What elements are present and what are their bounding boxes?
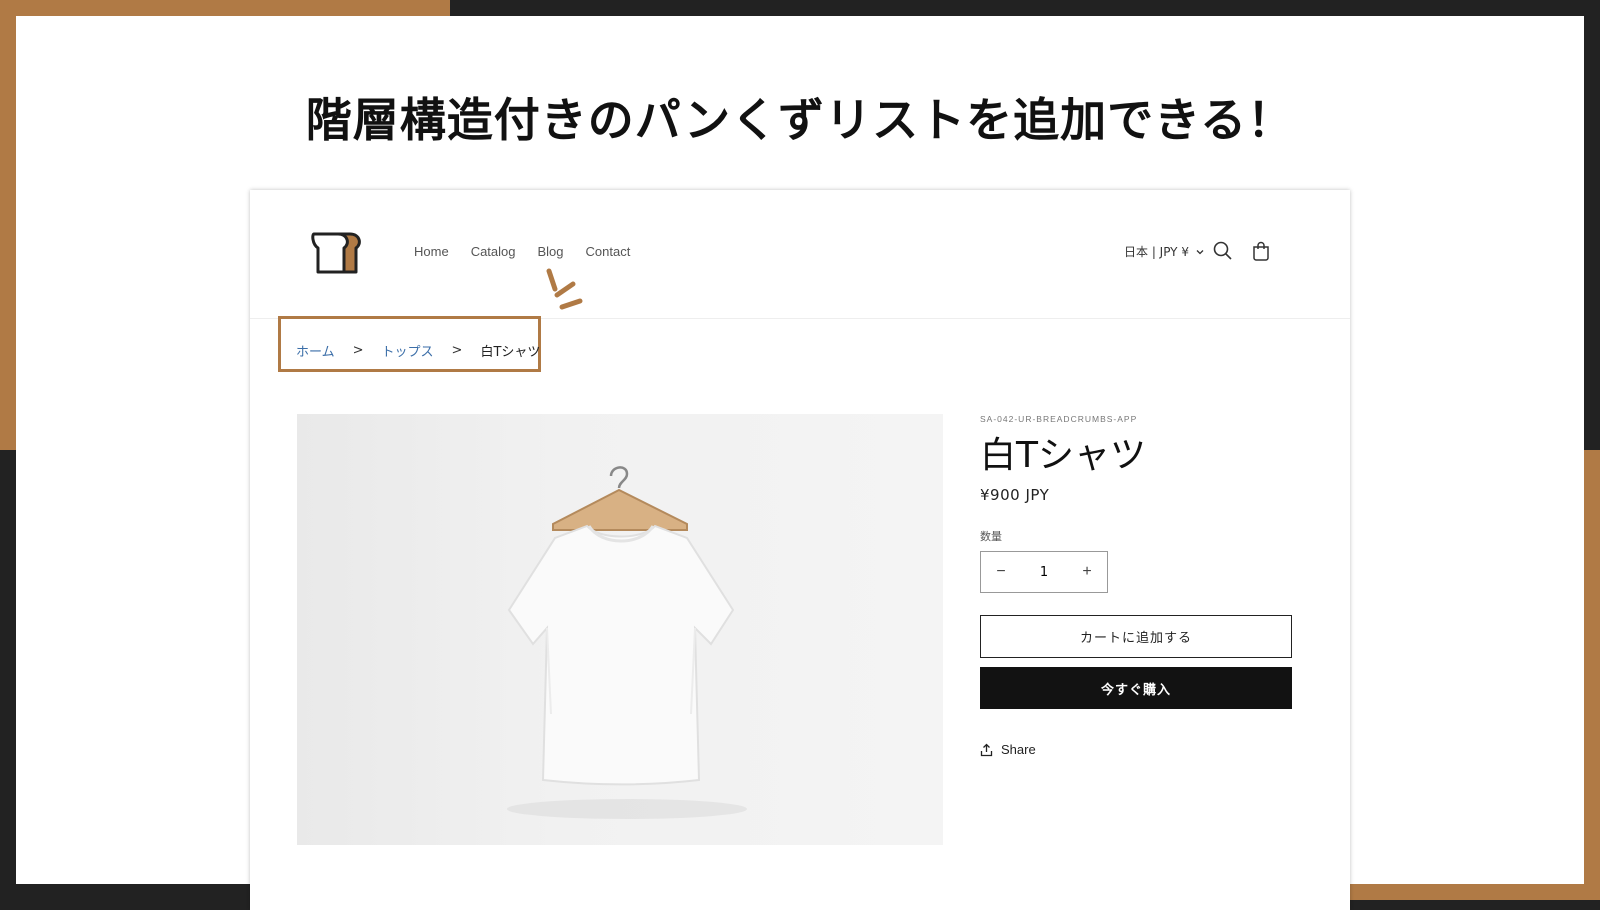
t-shirt-photo xyxy=(507,466,747,819)
nav-home[interactable]: Home xyxy=(414,244,449,259)
highlight-spark-icon xyxy=(546,268,583,310)
accent-bar-bottom-right xyxy=(1350,884,1600,900)
accent-bar-right xyxy=(1584,450,1600,900)
quantity-plus-button[interactable]: + xyxy=(1067,552,1107,592)
nav-blog[interactable]: Blog xyxy=(538,244,564,259)
quantity-stepper: − + xyxy=(980,551,1108,593)
locale-selector[interactable]: 日本 | JPY ¥ xyxy=(1124,243,1205,260)
share-label: Share xyxy=(1001,742,1036,757)
product-title: 白Tシャツ xyxy=(980,435,1146,476)
breadcrumb: ホーム > トップス > 白Tシャツ xyxy=(296,341,540,360)
search-icon[interactable] xyxy=(1212,240,1234,262)
product-price: ¥900 JPY xyxy=(980,486,1050,504)
quantity-minus-button[interactable]: − xyxy=(981,552,1021,592)
breadcrumb-tops[interactable]: トップス xyxy=(382,341,434,360)
store-header: Home Catalog Blog Contact 日本 | JPY ¥ xyxy=(250,190,1350,319)
share-button[interactable]: Share xyxy=(980,742,1036,757)
buy-now-button[interactable]: 今すぐ購入 xyxy=(980,667,1292,709)
share-icon xyxy=(980,743,993,756)
product-vendor: SA-042-UR-BREADCRUMBS-APP xyxy=(980,414,1138,424)
nav-catalog[interactable]: Catalog xyxy=(471,244,516,259)
quantity-input[interactable] xyxy=(1022,563,1066,581)
breadcrumb-home[interactable]: ホーム xyxy=(296,341,335,360)
breadcrumb-separator: > xyxy=(451,343,463,358)
chevron-down-icon xyxy=(1196,249,1204,254)
bread-logo-icon[interactable] xyxy=(308,230,364,276)
headline: 階層構造付きのパンくずリストを追加できる！ xyxy=(305,93,1295,147)
accent-bar-top-left xyxy=(0,0,450,16)
store-screenshot: Home Catalog Blog Contact 日本 | JPY ¥ ホーム… xyxy=(250,190,1350,910)
add-to-cart-button[interactable]: カートに追加する xyxy=(980,615,1292,658)
accent-bar-left xyxy=(0,0,16,450)
breadcrumb-current: 白Tシャツ xyxy=(480,345,541,360)
product-image[interactable] xyxy=(297,414,943,845)
breadcrumb-separator: > xyxy=(352,343,364,358)
main-nav: Home Catalog Blog Contact xyxy=(414,244,630,259)
nav-contact[interactable]: Contact xyxy=(586,244,631,259)
quantity-label: 数量 xyxy=(980,530,1002,543)
cart-icon[interactable] xyxy=(1250,240,1272,262)
locale-label: 日本 | JPY ¥ xyxy=(1124,245,1189,259)
